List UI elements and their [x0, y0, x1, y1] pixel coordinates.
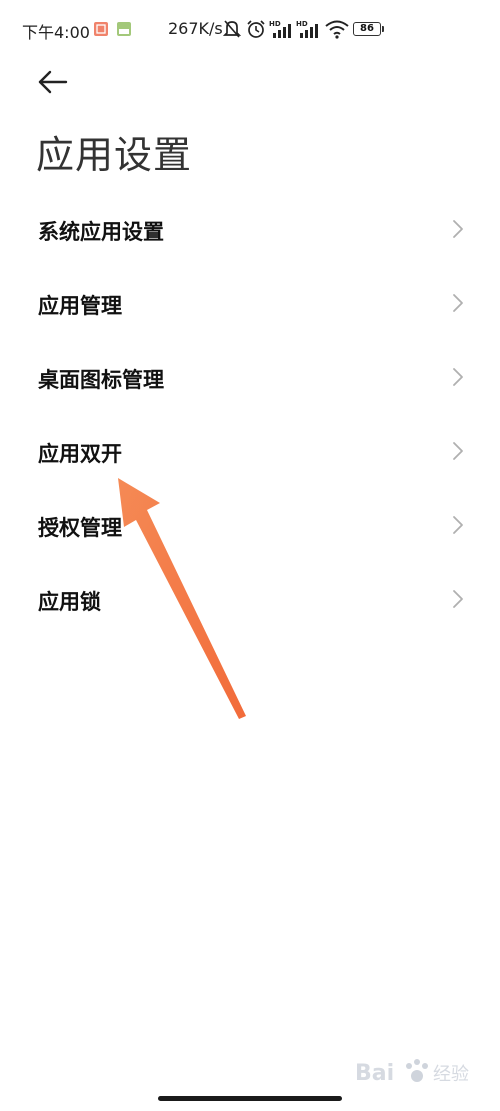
menu-item-label: 系统应用设置 [38, 220, 164, 244]
menu-item-app-management[interactable]: 应用管理 [0, 266, 500, 340]
hd-label-1: HD [269, 20, 281, 28]
menu-item-label: 应用管理 [38, 294, 122, 318]
hd-label-2: HD [296, 20, 308, 28]
status-bar: 下午4:00 267K/s HD HD 86 [0, 0, 500, 58]
svg-text:经验: 经验 [433, 1064, 469, 1085]
chevron-right-icon [453, 590, 463, 608]
signal-2-icon: HD [296, 20, 318, 38]
battery-icon: 86 [353, 22, 381, 36]
menu-item-label: 应用锁 [38, 590, 101, 614]
menu-item-desktop-icon-management[interactable]: 桌面图标管理 [0, 340, 500, 414]
alarm-icon [247, 20, 265, 38]
signal-1-icon: HD [269, 20, 291, 38]
chevron-right-icon [453, 516, 463, 534]
menu-item-label: 桌面图标管理 [38, 368, 164, 392]
baidu-watermark-logo: Bai 经验 [355, 1059, 469, 1086]
mute-bell-icon [223, 20, 241, 38]
wifi-icon [325, 20, 349, 39]
notification-app-icon [94, 22, 108, 36]
menu-item-label: 授权管理 [38, 516, 122, 540]
menu-item-dual-apps[interactable]: 应用双开 [0, 414, 500, 488]
arrow-left-icon [38, 70, 68, 94]
chevron-right-icon [453, 442, 463, 460]
menu-item-system-app-settings[interactable]: 系统应用设置 [0, 192, 500, 266]
home-indicator[interactable] [158, 1096, 342, 1101]
notification-image-icon [117, 22, 131, 36]
chevron-right-icon [453, 220, 463, 238]
chevron-right-icon [453, 368, 463, 386]
svg-text:Bai: Bai [355, 1061, 394, 1086]
menu-item-permission-management[interactable]: 授权管理 [0, 488, 500, 562]
page-title: 应用设置 [36, 133, 193, 177]
back-button[interactable] [30, 62, 70, 102]
menu-item-app-lock[interactable]: 应用锁 [0, 562, 500, 636]
network-speed: 267K/s [168, 19, 223, 38]
chevron-right-icon [453, 294, 463, 312]
settings-menu-list: 系统应用设置 应用管理 桌面图标管理 应用双开 授权管理 应用锁 [0, 192, 500, 636]
status-time: 下午4:00 [22, 23, 90, 42]
menu-item-label: 应用双开 [38, 442, 122, 466]
battery-tip [382, 26, 384, 32]
